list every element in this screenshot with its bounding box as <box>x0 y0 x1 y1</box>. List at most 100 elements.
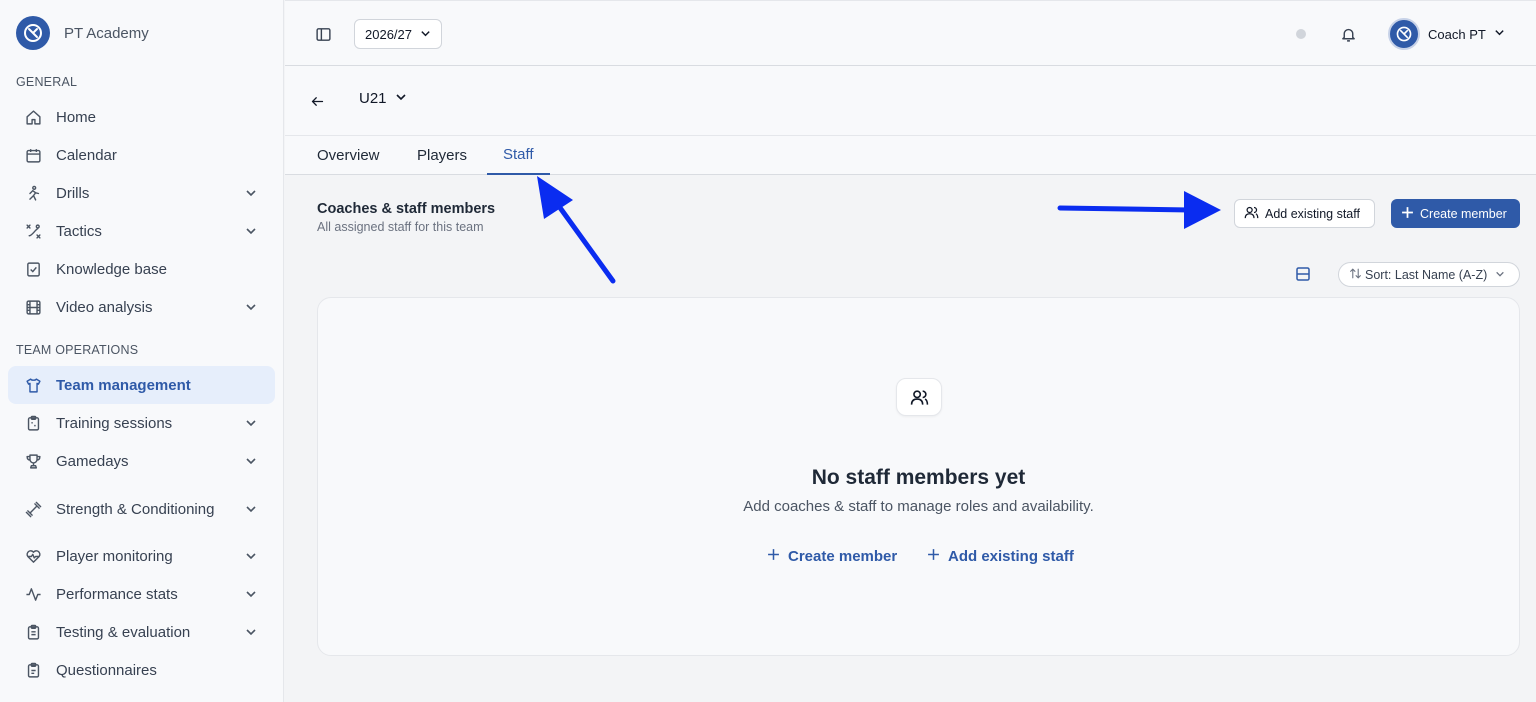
chevron-down-icon <box>244 454 258 468</box>
sidebar-item-team-management[interactable]: Team management <box>8 366 275 404</box>
chevron-down-icon <box>1495 268 1505 282</box>
sidebar-item-label: Training sessions <box>56 414 173 432</box>
chevron-down-icon <box>244 416 258 430</box>
dumbbell-icon <box>24 500 42 518</box>
film-icon <box>24 298 42 316</box>
sidebar-item-questionnaires[interactable]: Questionnaires <box>8 651 275 689</box>
sidebar-item-knowledge-base[interactable]: Knowledge base <box>8 250 275 288</box>
tab-staff[interactable]: Staff <box>487 136 550 175</box>
plus-icon <box>1401 206 1414 222</box>
create-member-label: Create member <box>1420 206 1507 221</box>
brand-name: PT Academy <box>64 24 149 42</box>
chevron-down-icon <box>244 625 258 639</box>
chevron-down-icon <box>244 300 258 314</box>
create-member-button[interactable]: Create member <box>1391 199 1520 228</box>
arrow-to-staff-tab <box>537 176 616 284</box>
team-select[interactable]: U21 <box>359 90 407 107</box>
layout-toggle-icon[interactable] <box>1294 265 1312 283</box>
empty-state: No staff members yet Add coaches & staff… <box>317 297 1520 656</box>
sidebar: PT Academy GENERAL Home Calendar Drills … <box>0 0 284 702</box>
arrow-to-add-existing-staff <box>1057 191 1221 229</box>
sidebar-item-testing-evaluation[interactable]: Testing & evaluation <box>8 613 275 651</box>
knowledge-icon <box>24 260 42 278</box>
clipboard-check-icon <box>24 661 42 679</box>
chevron-down-icon <box>1494 25 1505 43</box>
top-bar: 2026/27 Coach PT <box>285 0 1536 66</box>
sidebar-item-label: Questionnaires <box>56 661 157 679</box>
team-header: U21 <box>285 66 1536 136</box>
users-icon <box>1244 205 1259 223</box>
sidebar-item-label: Drills <box>56 184 90 202</box>
brand[interactable]: PT Academy <box>16 16 149 50</box>
season-value: 2026/27 <box>365 26 412 42</box>
sidebar-item-label: Gamedays <box>56 452 129 470</box>
sidebar-item-label: Testing & evaluation <box>56 623 191 641</box>
chevron-down-icon <box>420 27 431 42</box>
empty-create-member-link[interactable]: Create member <box>767 548 897 565</box>
section-general: GENERAL <box>16 75 78 89</box>
avatar <box>1388 18 1420 50</box>
chevron-down-icon <box>244 224 258 238</box>
empty-state-title: No staff members yet <box>811 466 1026 489</box>
users-icon <box>896 378 942 416</box>
empty-add-existing-staff-link[interactable]: Add existing staff <box>927 548 1074 565</box>
activity-icon <box>24 585 42 603</box>
sidebar-item-label: Strength & Conditioning <box>56 500 215 518</box>
clipboard-list-icon <box>24 623 42 641</box>
chevron-down-icon <box>244 549 258 563</box>
section-team-operations: TEAM OPERATIONS <box>16 343 139 357</box>
sidebar-item-drills[interactable]: Drills <box>8 174 275 212</box>
sort-icon <box>1349 267 1362 283</box>
shirt-icon <box>24 376 42 394</box>
sidebar-item-label: Video analysis <box>56 298 153 316</box>
chevron-down-icon <box>244 502 258 516</box>
sidebar-item-label: Knowledge base <box>56 260 167 278</box>
sidebar-item-player-monitoring[interactable]: Player monitoring <box>8 537 275 575</box>
sort-value: Sort: Last Name (A-Z) <box>1365 267 1488 282</box>
calendar-icon <box>24 146 42 164</box>
clipboard-icon <box>24 414 42 432</box>
sidebar-item-calendar[interactable]: Calendar <box>8 136 275 174</box>
home-icon <box>24 108 42 126</box>
sidebar-item-video-analysis[interactable]: Video analysis <box>8 288 275 326</box>
sort-select[interactable]: Sort: Last Name (A-Z) <box>1338 262 1520 287</box>
back-arrow-icon[interactable] <box>307 91 327 111</box>
sidebar-item-tactics[interactable]: Tactics <box>8 212 275 250</box>
tab-overview[interactable]: Overview <box>317 136 380 175</box>
sidebar-toggle-icon[interactable] <box>313 24 333 44</box>
chevron-down-icon <box>395 90 407 107</box>
tab-players[interactable]: Players <box>417 136 467 175</box>
user-menu[interactable]: Coach PT <box>1388 18 1505 50</box>
heart-pulse-icon <box>24 547 42 565</box>
sidebar-item-performance-stats[interactable]: Performance stats <box>8 575 275 613</box>
tab-bar: Overview Players Staff <box>285 136 1536 175</box>
sidebar-item-label: Calendar <box>56 146 117 164</box>
empty-create-member-label: Create member <box>788 548 898 565</box>
running-icon <box>24 184 42 202</box>
add-existing-staff-button[interactable]: Add existing staff <box>1234 199 1375 228</box>
section-subtitle: All assigned staff for this team <box>317 220 484 234</box>
chevron-down-icon <box>244 587 258 601</box>
sidebar-item-strength-conditioning[interactable]: Strength & Conditioning <box>8 481 275 537</box>
bell-icon[interactable] <box>1338 24 1358 44</box>
sidebar-item-label: Tactics <box>56 222 102 240</box>
sidebar-item-label: Player monitoring <box>56 547 173 565</box>
sidebar-item-label: Home <box>56 108 97 126</box>
trophy-icon <box>24 452 42 470</box>
empty-state-subtitle: Add coaches & staff to manage roles and … <box>743 498 1094 515</box>
status-indicator <box>1296 29 1306 39</box>
plus-icon <box>767 548 780 565</box>
sidebar-item-label: Team management <box>56 376 191 394</box>
plus-icon <box>927 548 940 565</box>
add-existing-staff-label: Add existing staff <box>1265 206 1360 221</box>
season-select[interactable]: 2026/27 <box>354 19 442 49</box>
sidebar-item-home[interactable]: Home <box>8 98 275 136</box>
sidebar-item-training-sessions[interactable]: Training sessions <box>8 404 275 442</box>
team-name: U21 <box>359 90 387 107</box>
section-title: Coaches & staff members <box>317 201 496 217</box>
sidebar-item-gamedays[interactable]: Gamedays <box>8 442 275 480</box>
logo-icon <box>16 16 50 50</box>
user-name: Coach PT <box>1428 26 1486 42</box>
chevron-down-icon <box>244 186 258 200</box>
empty-add-existing-staff-label: Add existing staff <box>948 548 1074 565</box>
